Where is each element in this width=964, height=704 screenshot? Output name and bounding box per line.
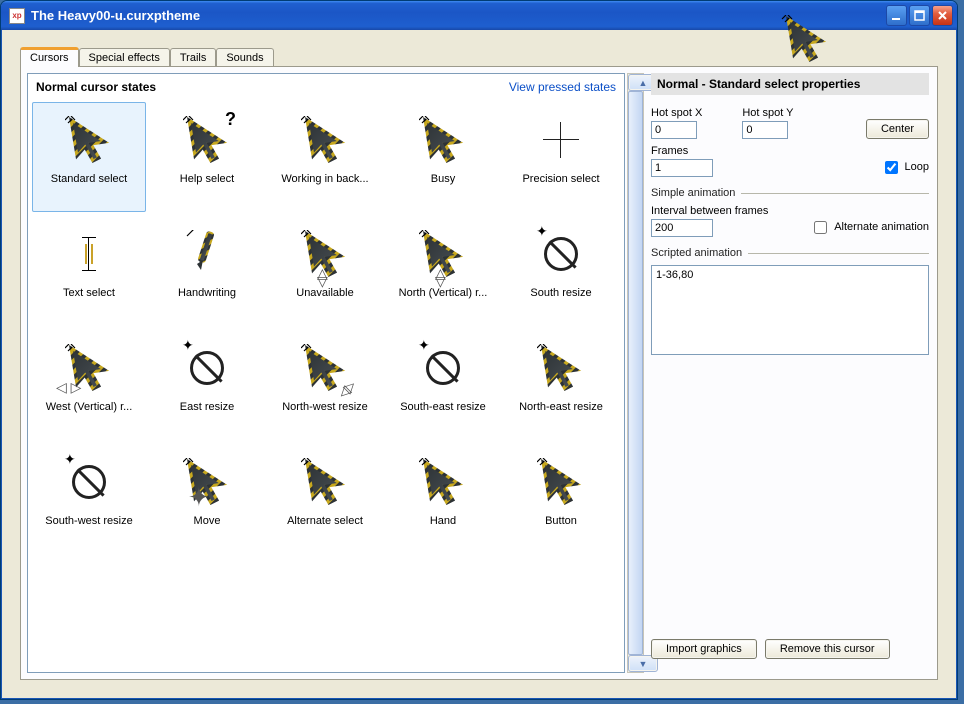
pen-icon <box>182 229 232 279</box>
forbid-icon: ✦ <box>182 343 232 393</box>
cursor-item-label: Hand <box>426 515 460 527</box>
minimize-button[interactable] <box>886 5 907 26</box>
arrow-help-icon: ? <box>182 115 232 165</box>
alternate-animation-label[interactable]: Alternate animation <box>834 221 929 233</box>
section-title: Normal cursor states <box>36 80 156 94</box>
cursor-item-south-resize[interactable]: ✦ South resize <box>504 216 618 326</box>
cursor-item-label: South-west resize <box>41 515 136 527</box>
cursor-item-hand[interactable]: Hand <box>386 444 500 554</box>
titlebar[interactable]: xp The Heavy00-u.curxptheme <box>1 1 957 30</box>
arrow-icon <box>64 115 114 165</box>
forbid-icon: ✦ <box>64 457 114 507</box>
tab-cursors[interactable]: Cursors <box>20 47 79 67</box>
arrow-icon <box>300 115 350 165</box>
interval-input[interactable] <box>651 219 713 237</box>
loop-label[interactable]: Loop <box>905 161 929 173</box>
tabpage-cursors: Normal cursor states View pressed states… <box>20 66 938 680</box>
arrow-icon <box>536 457 586 507</box>
cursor-item-label: North-west resize <box>278 401 372 413</box>
client-area: CursorsSpecial effectsTrailsSounds Norma… <box>5 32 953 695</box>
cursor-item-standard-select[interactable]: Standard select <box>32 102 146 212</box>
cursor-item-label: Alternate select <box>283 515 367 527</box>
cursor-item-label: Text select <box>59 287 119 299</box>
vertical-scrollbar[interactable]: ▲ ▼ <box>627 73 644 673</box>
hotspot-x-input[interactable] <box>651 121 697 139</box>
cursor-item-west-vertical-r[interactable]: ◁ ▷ West (Vertical) r... <box>32 330 146 440</box>
cursor-item-busy[interactable]: Busy <box>386 102 500 212</box>
cursor-item-label: South-east resize <box>396 401 490 413</box>
alternate-animation-checkbox[interactable] <box>814 221 827 234</box>
hotspot-y-input[interactable] <box>742 121 788 139</box>
cursor-item-label: Help select <box>176 173 238 185</box>
cursor-item-precision-select[interactable]: Precision select <box>504 102 618 212</box>
cursor-item-north-vertical-r[interactable]: △▽North (Vertical) r... <box>386 216 500 326</box>
interval-label: Interval between frames <box>651 205 768 217</box>
cursor-item-label: Precision select <box>518 173 603 185</box>
tab-special-effects[interactable]: Special effects <box>79 48 170 67</box>
simple-animation-group: Simple animation <box>651 187 735 199</box>
remove-cursor-button[interactable]: Remove this cursor <box>765 639 890 659</box>
forbid-icon: ✦ <box>536 229 586 279</box>
arrow-diag-icon: △▽ <box>300 343 350 393</box>
cursor-item-working-in-back[interactable]: Working in back... <box>268 102 382 212</box>
cursor-item-label: Standard select <box>47 173 131 185</box>
arrow-move-icon: ✦ <box>182 457 232 507</box>
window-title: The Heavy00-u.curxptheme <box>29 8 886 23</box>
arrow-ud-icon: △▽ <box>418 229 468 279</box>
tab-trails[interactable]: Trails <box>170 48 216 67</box>
properties-pane: Normal - Standard select properties Hot … <box>651 73 929 673</box>
view-pressed-states-link[interactable]: View pressed states <box>509 80 616 94</box>
arrow-ud-icon: △▽ <box>300 229 350 279</box>
cursor-item-label: South resize <box>526 287 595 299</box>
cursor-item-help-select[interactable]: ? Help select <box>150 102 264 212</box>
arrow-icon <box>536 343 586 393</box>
cursor-list-pane: Normal cursor states View pressed states… <box>27 73 625 673</box>
forbid-icon: ✦ <box>418 343 468 393</box>
cursor-item-label: Handwriting <box>174 287 240 299</box>
scroll-thumb[interactable] <box>628 91 643 655</box>
loop-checkbox[interactable] <box>885 161 898 174</box>
properties-title: Normal - Standard select properties <box>651 73 929 95</box>
hotspot-x-label: Hot spot X <box>651 107 702 119</box>
script-textarea[interactable] <box>651 265 929 355</box>
cursor-item-east-resize[interactable]: ✦ East resize <box>150 330 264 440</box>
import-graphics-button[interactable]: Import graphics <box>651 639 757 659</box>
center-button[interactable]: Center <box>866 119 929 139</box>
cursor-item-north-east-resize[interactable]: North-east resize <box>504 330 618 440</box>
arrow-icon <box>418 457 468 507</box>
hotspot-y-label: Hot spot Y <box>742 107 793 119</box>
app-icon: xp <box>9 8 25 24</box>
arrow-icon <box>418 115 468 165</box>
frames-input[interactable] <box>651 159 713 177</box>
cursor-item-move[interactable]: ✦ Move <box>150 444 264 554</box>
arrow-icon <box>300 457 350 507</box>
cursor-item-handwriting[interactable]: Handwriting <box>150 216 264 326</box>
cursor-item-label: Button <box>541 515 581 527</box>
cursor-item-north-west-resize[interactable]: △▽ North-west resize <box>268 330 382 440</box>
cursor-item-label: Working in back... <box>277 173 372 185</box>
scripted-animation-group: Scripted animation <box>651 247 742 259</box>
ibeam-icon <box>64 229 114 279</box>
tab-sounds[interactable]: Sounds <box>216 48 273 67</box>
cursor-item-label: West (Vertical) r... <box>42 401 137 413</box>
cursor-item-south-west-resize[interactable]: ✦ South-west resize <box>32 444 146 554</box>
crosshair-icon <box>536 115 586 165</box>
cursor-item-label: North-east resize <box>515 401 607 413</box>
cursor-item-text-select[interactable]: Text select <box>32 216 146 326</box>
cursor-item-label: Busy <box>427 173 459 185</box>
arrow-lr-icon: ◁ ▷ <box>64 343 114 393</box>
cursor-item-unavailable[interactable]: △▽Unavailable <box>268 216 382 326</box>
app-window: xp The Heavy00-u.curxptheme CursorsSpeci… <box>0 0 958 700</box>
cursor-item-label: Move <box>190 515 225 527</box>
maximize-button[interactable] <box>909 5 930 26</box>
frames-label: Frames <box>651 145 713 157</box>
close-button[interactable] <box>932 5 953 26</box>
cursor-item-button[interactable]: Button <box>504 444 618 554</box>
cursor-item-label: East resize <box>176 401 238 413</box>
cursor-item-alternate-select[interactable]: Alternate select <box>268 444 382 554</box>
cursor-item-south-east-resize[interactable]: ✦ South-east resize <box>386 330 500 440</box>
